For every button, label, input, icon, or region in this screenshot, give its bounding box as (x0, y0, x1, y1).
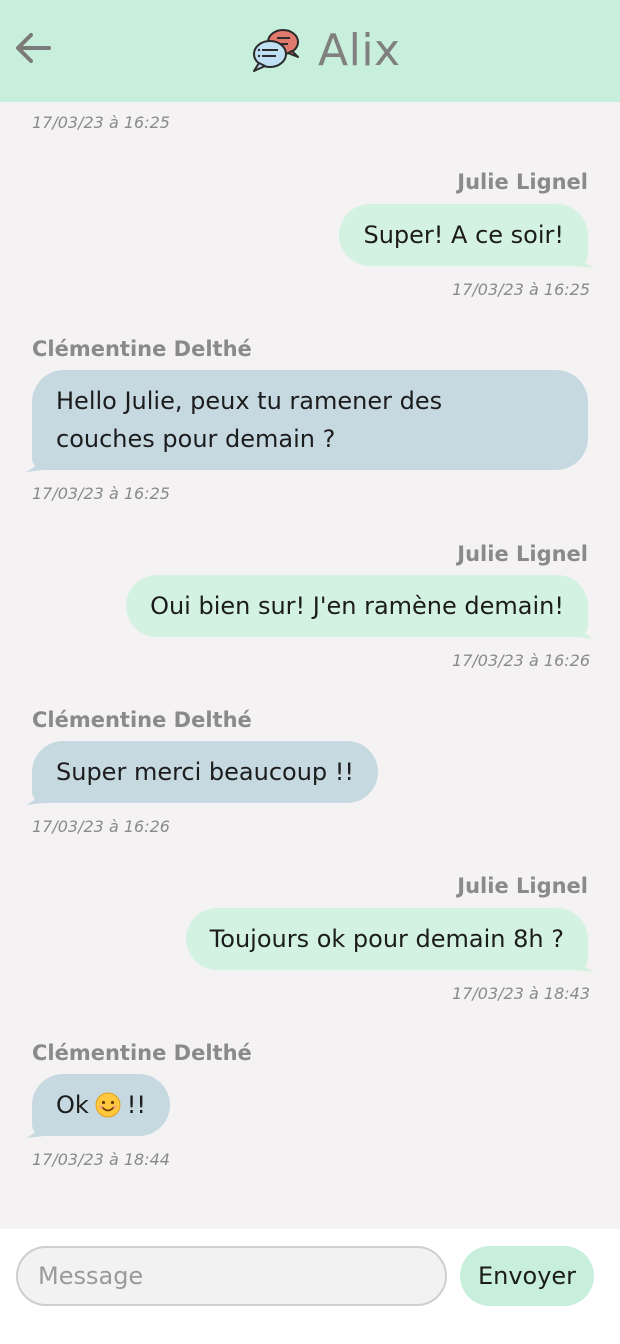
bubble-tail (26, 791, 44, 805)
message-text: Toujours ok pour demain 8h ? (209, 925, 564, 953)
message-timestamp: 17/03/23 à 18:43 (452, 984, 590, 1003)
bubble-tail (576, 625, 594, 639)
bubble-tail (576, 958, 594, 972)
message-sender: Julie Lignel (457, 542, 588, 566)
back-button[interactable] (12, 28, 52, 68)
message-input[interactable] (16, 1246, 447, 1306)
page-title: Alix (318, 24, 401, 76)
message-thread[interactable]: 17/03/23 à 16:25 Julie Lignel Super! A c… (0, 102, 620, 1229)
message-bubble-received: Super merci beaucoup !! (32, 741, 379, 803)
message-timestamp: 17/03/23 à 16:25 (32, 113, 170, 132)
smiling-face-icon (95, 1092, 121, 1118)
message-timestamp: 17/03/23 à 16:26 (452, 651, 590, 670)
bubble-tail (576, 254, 594, 268)
message-text-line: Hello Julie, peux tu ramener des (56, 387, 443, 415)
message-composer: Envoyer (0, 1229, 620, 1344)
message-bubble-received: Ok !! (32, 1074, 171, 1136)
message-timestamp: 17/03/23 à 16:25 (32, 484, 170, 503)
message-text: Ok (56, 1091, 89, 1119)
conversation-title-group: Alix (250, 22, 401, 78)
bubble-tail (26, 458, 44, 472)
message-bubble-received: Hello Julie, peux tu ramener des couches… (32, 370, 588, 470)
message-bubble-sent: Super! A ce soir! (339, 204, 588, 266)
send-button[interactable]: Envoyer (460, 1246, 594, 1306)
message-bubble-sent: Oui bien sur! J'en ramène demain! (126, 575, 588, 637)
message-timestamp: 17/03/23 à 16:25 (452, 280, 590, 299)
message-text: Oui bien sur! J'en ramène demain! (150, 592, 564, 620)
message-text: Super merci beaucoup !! (56, 758, 355, 786)
message-text: Super! A ce soir! (363, 221, 564, 249)
message-timestamp: 17/03/23 à 16:26 (32, 817, 170, 836)
message-text-line: couches pour demain ? (56, 425, 336, 453)
message-sender: Julie Lignel (457, 170, 588, 194)
message-bubble-sent: Toujours ok pour demain 8h ? (185, 908, 588, 970)
message-sender: Julie Lignel (457, 874, 588, 898)
app-header: Alix (0, 0, 620, 102)
message-text: !! (126, 1091, 147, 1119)
chat-bubbles-icon (253, 29, 299, 72)
message-sender: Clémentine Delthé (32, 708, 252, 732)
arrow-left-icon (16, 33, 51, 63)
message-timestamp: 17/03/23 à 18:44 (32, 1150, 170, 1169)
bubble-tail (26, 1124, 44, 1138)
message-sender: Clémentine Delthé (32, 1041, 252, 1065)
message-sender: Clémentine Delthé (32, 337, 252, 361)
